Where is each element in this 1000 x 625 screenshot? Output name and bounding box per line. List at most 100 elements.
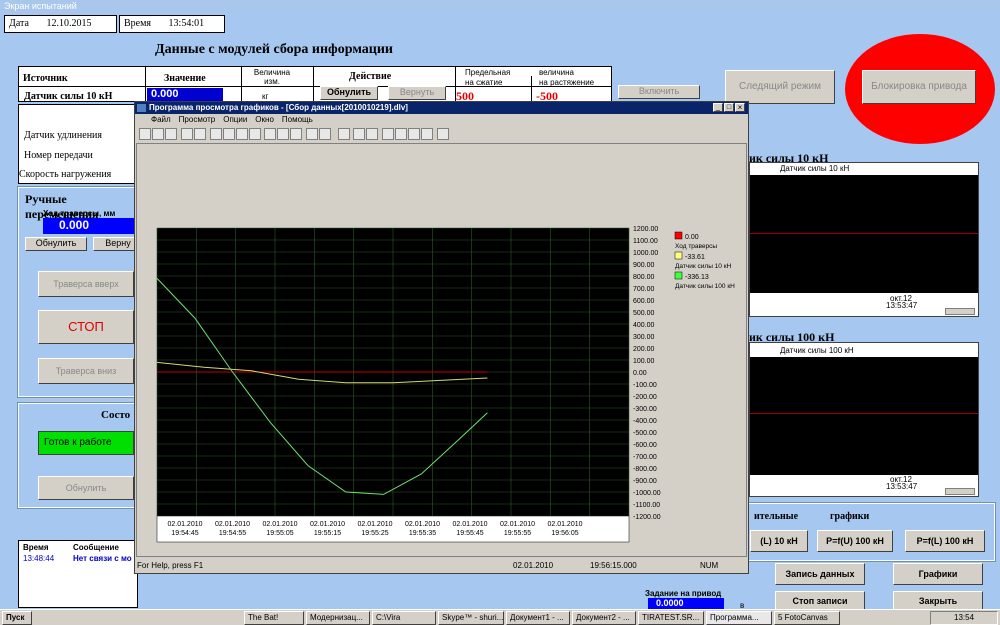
task-item[interactable]: Документ2 - ... (572, 611, 636, 625)
traverse-up-button[interactable]: Траверса вверх (38, 271, 134, 297)
col-limit2: величина (539, 68, 574, 77)
grid-icon[interactable] (353, 128, 366, 141)
legend-value: -33.61 (685, 254, 705, 261)
zoom3-icon[interactable] (277, 128, 290, 141)
record-data-button[interactable]: Запись данных (775, 563, 865, 585)
log-message: Нет связи с мо (73, 554, 132, 563)
travel-reset-button[interactable]: Обнулить (25, 237, 87, 251)
task-item[interactable]: The Bat! (244, 611, 304, 625)
x-tick-time: 19:55:35 (409, 530, 436, 537)
main-chart: 1200.00 1100.00 1000.00 900.00 800.00 700.00 6… (156, 226, 735, 543)
y-tick-label: -1100.00 (633, 502, 660, 509)
percent-icon[interactable] (366, 128, 379, 141)
sensor10-scroll[interactable] (945, 308, 975, 315)
zoom-out-icon[interactable] (248, 128, 261, 141)
log-col-time: Время (23, 543, 49, 552)
col-unit: Величина изм. (253, 68, 291, 86)
time-value: 13:54:01 (168, 18, 205, 29)
preview-icon[interactable] (165, 128, 177, 141)
open-icon[interactable] (139, 128, 151, 141)
return-button[interactable]: Вернуть (388, 86, 446, 100)
legend-value: -336.13 (685, 274, 709, 281)
colors-icon[interactable] (395, 128, 407, 141)
follow-mode-button[interactable]: Следящий режим (725, 70, 835, 104)
task-item[interactable]: Skype™ - shuri... (438, 611, 504, 625)
traverse-down-button[interactable]: Траверса вниз (38, 358, 134, 384)
task-item[interactable]: C:\Vira (372, 611, 436, 625)
y-tick-label: 300.00 (633, 334, 655, 341)
y-tick-label: -200.00 (633, 394, 657, 401)
close-button[interactable]: Закрыть (893, 591, 983, 611)
menu-window[interactable]: Окно (255, 115, 274, 124)
x-tick-time: 19:55:45 (456, 530, 483, 537)
zoom-in-icon[interactable] (209, 128, 222, 141)
block-drive-button[interactable]: Блокировка привода (862, 70, 976, 104)
task-item-active[interactable]: Программа... (706, 611, 772, 625)
start-button[interactable]: Пуск (2, 611, 32, 625)
menu-help[interactable]: Помощь (282, 115, 313, 124)
y-tick-label: -900.00 (633, 478, 657, 485)
menu-file[interactable]: Файл (151, 115, 171, 124)
menu-view[interactable]: Просмотр (179, 115, 216, 124)
sensor10-mini-time: 13:53:47 (886, 301, 918, 310)
menu-options[interactable]: Опции (223, 115, 247, 124)
zoom4-icon[interactable] (290, 128, 303, 141)
rewind-icon[interactable] (306, 128, 318, 141)
taskbar: Пуск The Bat! Модернизац... C:\Vira Skyp… (0, 609, 1000, 625)
hand-icon[interactable] (180, 128, 193, 141)
sensor100-scroll[interactable] (945, 488, 975, 495)
enable-button[interactable]: Включить (618, 85, 700, 99)
legend-swatch (674, 271, 683, 280)
state-panel: Состо Готов к работе Обнулить (17, 402, 137, 509)
minimize-icon[interactable]: _ (713, 103, 723, 112)
y-tick-label: -1200.00 (633, 514, 661, 521)
state-button[interactable]: Обнулить (38, 476, 134, 500)
y-tick-label: -500.00 (633, 430, 657, 437)
y-tick-label: 1200.00 (633, 226, 658, 233)
reset-button[interactable]: Обнулить (320, 86, 378, 100)
graph-l10-button[interactable]: (L) 10 кН (750, 530, 808, 552)
close-icon[interactable]: × (735, 103, 745, 112)
forward-icon[interactable] (319, 128, 331, 141)
x-tick-date: 02.01.2010 (500, 521, 535, 528)
zoom2-icon[interactable] (264, 128, 277, 141)
task-item[interactable]: 5 FotoCanvas (774, 611, 840, 625)
row-elongation: Датчик удлинения (24, 130, 103, 141)
undo-icon[interactable] (193, 128, 206, 141)
graphs-button[interactable]: Графики (893, 563, 983, 585)
y-tick-label: -600.00 (633, 442, 657, 449)
graph-l100-button[interactable]: P=f(L) 100 кН (905, 530, 985, 552)
sensor10-mini-title: Датчик силы 10 кН (780, 164, 850, 173)
task-item[interactable]: Модернизац... (306, 611, 370, 625)
log-col-msg: Сообщение (73, 543, 119, 552)
drive-value: 0.0000 (648, 598, 724, 609)
x-tick-time: 19:55:55 (504, 530, 531, 537)
date-box: Дата 12.10.2015 (4, 15, 117, 33)
x-tick-time: 19:54:55 (219, 530, 246, 537)
task-item[interactable]: TIRATEST.SR... (638, 611, 704, 625)
graphs-label-right: графики (830, 511, 870, 522)
chart-icon[interactable] (337, 128, 350, 141)
y-tick-label: 200.00 (633, 346, 655, 353)
table-icon[interactable] (382, 128, 394, 141)
task-item[interactable]: Документ1 - ... (506, 611, 570, 625)
row-sensor-10: Датчик силы 10 кН (24, 91, 113, 102)
viewer-title: Программа просмотра графиков - [Сбор дан… (135, 102, 748, 114)
col-limit: Предельная (465, 68, 511, 77)
log-panel: Время Сообщение 13:48:44 Нет связи с мо (18, 540, 138, 608)
graph-u100-button[interactable]: P=f(U) 100 кН (817, 530, 893, 552)
y-tick-label: 500.00 (633, 310, 655, 317)
print-icon[interactable] (152, 128, 164, 141)
graphs-label-left: ительные (754, 511, 799, 522)
maximize-icon[interactable]: □ (724, 103, 734, 112)
stop-button[interactable]: СТОП (38, 310, 134, 344)
filter-icon[interactable] (436, 128, 449, 141)
zoom-x-icon[interactable] (222, 128, 235, 141)
legend-icon[interactable] (408, 128, 420, 141)
sensor10-value: 0.000 (147, 88, 223, 102)
sensor100-mini-title: Датчик силы 100 кН (780, 346, 854, 355)
stop-record-button[interactable]: Стоп записи (775, 591, 865, 611)
graphs-panel: ительные графики (L) 10 кН P=f(U) 100 кН… (732, 502, 996, 562)
scale-icon[interactable] (421, 128, 433, 141)
zoom-y-icon[interactable] (235, 128, 248, 141)
